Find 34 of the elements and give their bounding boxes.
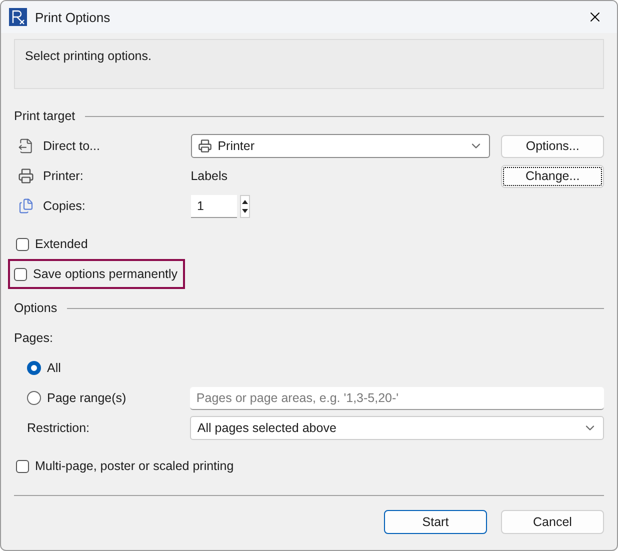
radio-label: Page range(s) [47, 391, 126, 405]
radio-button[interactable] [27, 391, 41, 405]
checkbox[interactable] [14, 268, 27, 280]
section-heading: Options [14, 301, 58, 315]
checkbox-label: Save options permanently [33, 267, 178, 281]
copies-field[interactable]: 1 [191, 194, 237, 218]
field-label: Direct to... [43, 139, 100, 153]
field-label: Printer: [43, 169, 84, 183]
checkbox[interactable] [16, 460, 29, 472]
window-title: Print Options [35, 10, 112, 24]
pages-label: Pages: [14, 331, 53, 345]
side-button[interactable]: Options... [501, 134, 604, 158]
info-text: Select printing options. [25, 49, 152, 63]
page-range-field[interactable]: Pages or page areas, e.g. '1,3-5,20-' [190, 386, 604, 410]
app-icon [9, 8, 27, 26]
dialog-button[interactable]: Start [384, 510, 487, 534]
dialog-button[interactable]: Cancel [501, 510, 604, 534]
section-heading: Print target [14, 109, 76, 123]
printer-icon [198, 139, 212, 153]
spin-arrows[interactable] [240, 194, 250, 218]
printer-value: Labels [190, 169, 229, 183]
radio-label: All [47, 361, 61, 375]
side-button[interactable]: Change... [501, 164, 604, 188]
copies-icon [18, 198, 34, 214]
checkbox-label: Multi-page, poster or scaled printing [35, 459, 234, 473]
checkbox[interactable] [16, 238, 29, 250]
checkbox-label: Extended [35, 237, 88, 251]
restriction-label: Restriction: [27, 421, 90, 435]
radio-button[interactable] [27, 361, 41, 375]
restriction-dropdown[interactable]: All pages selected above [190, 416, 604, 440]
printer-icon [18, 168, 34, 184]
document-arrow-icon [18, 138, 34, 154]
field-label: Copies: [43, 199, 86, 213]
target-dropdown[interactable]: Printer [190, 134, 490, 158]
